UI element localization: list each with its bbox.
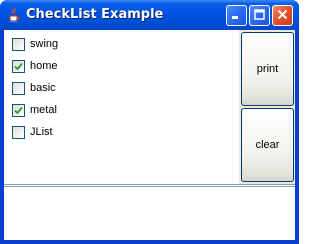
list-item-label: basic [30,82,56,94]
checklist: swing home basic metal JList [4,30,239,184]
java-cup-icon[interactable] [6,7,22,23]
checkbox[interactable] [12,125,25,139]
minimize-button[interactable] [226,5,247,26]
list-item[interactable]: home [4,55,239,77]
list-item-label: metal [30,104,57,116]
close-button[interactable] [272,5,293,26]
content-pane: swing home basic metal JList print clear [4,30,295,240]
clear-button[interactable]: clear [241,108,294,182]
title-bar[interactable]: CheckList Example [0,0,299,30]
list-item-label: swing [30,38,59,50]
checkbox[interactable] [12,103,25,117]
maximize-icon [254,8,265,23]
window-title: CheckList Example [26,7,164,22]
output-text-area[interactable] [4,186,295,240]
list-item[interactable]: basic [4,77,239,99]
list-item[interactable]: swing [4,33,239,55]
minimize-icon [231,9,242,23]
button-panel: print clear [239,30,295,184]
print-button[interactable]: print [241,32,294,106]
list-item[interactable]: JList [4,121,239,143]
window-bottom-border [0,240,299,244]
checkbox[interactable] [12,81,25,95]
checkbox[interactable] [12,59,25,73]
list-item-label: JList [30,126,53,138]
checkbox[interactable] [12,37,25,51]
app-window: CheckList Example swing home basic metal… [0,0,299,244]
checkmark-icon [14,62,23,70]
list-item-label: home [30,60,58,72]
checkmark-icon [14,106,23,114]
list-item[interactable]: metal [4,99,239,121]
maximize-button[interactable] [249,5,270,26]
close-icon [277,9,288,23]
